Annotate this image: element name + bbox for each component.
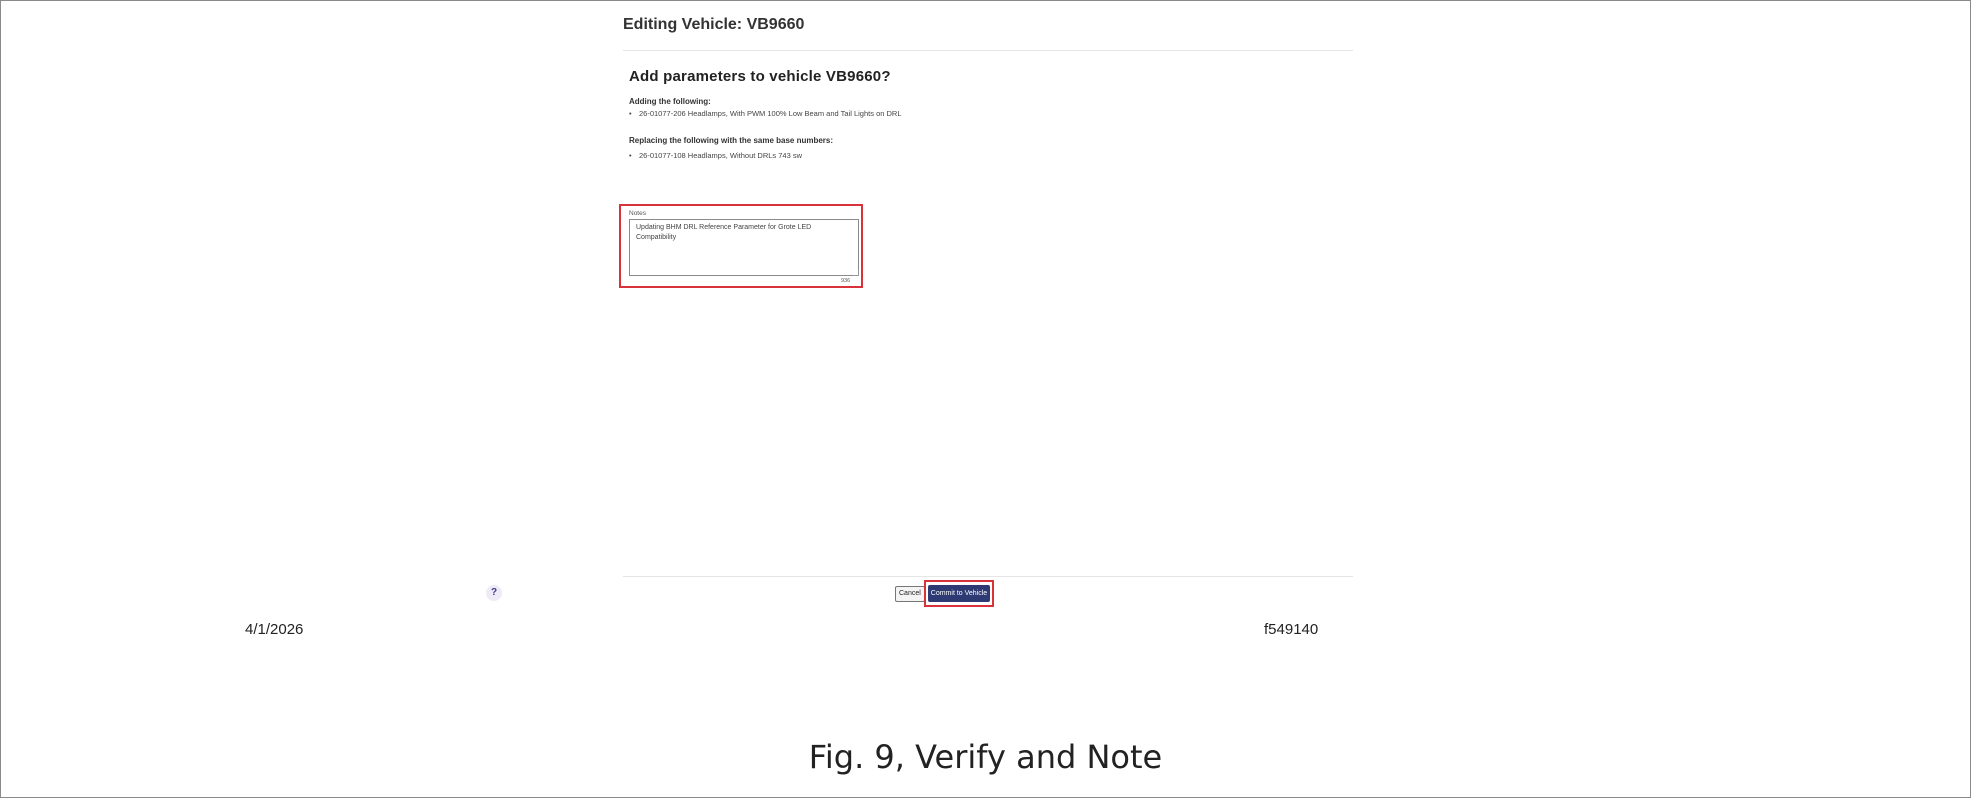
cancel-button[interactable]: Cancel [895,586,925,602]
notes-char-counter: 936 [841,278,851,284]
replacing-label: Replacing the following with the same ba… [629,136,834,145]
notes-field[interactable]: Updating BHM DRL Reference Parameter for… [629,219,859,276]
page-title: Editing Vehicle: VB9660 [623,16,805,33]
list-item: • 26-01077-108 Headlamps, Without DRLs 74… [629,150,929,161]
adding-label: Adding the following: [629,97,711,106]
document-date: 4/1/2026 [245,621,304,638]
replacing-item-text: 26-01077-108 Headlamps, Without DRLs 743… [639,151,803,160]
resize-handle-icon[interactable] [853,270,859,276]
footer-divider [623,576,1353,577]
figure-caption: Fig. 9, Verify and Note [808,738,1163,776]
bullet-icon: • [629,151,632,160]
notes-label: Notes [629,210,646,217]
app-screenshot: Editing Vehicle: VB9660 Add parameters t… [615,0,1355,615]
adding-item-text: 26-01077-206 Headlamps, With PWM 100% Lo… [639,109,902,118]
list-item: • 26-01077-206 Headlamps, With PWM 100% L… [629,108,929,119]
title-divider [623,50,1353,51]
figure-id: f549140 [1264,621,1319,638]
bullet-icon: • [629,109,632,118]
dialog-heading: Add parameters to vehicle VB9660? [629,68,891,85]
question-mark-icon[interactable]: ? [486,585,502,601]
commit-to-vehicle-button[interactable]: Commit to Vehicle [928,585,990,602]
